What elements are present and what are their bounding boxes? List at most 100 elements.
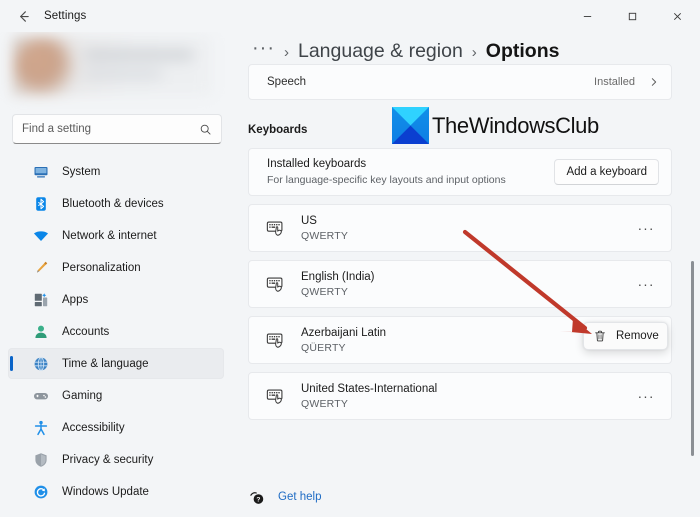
sidebar: System Bluetooth & devices Network xyxy=(0,32,232,517)
avatar xyxy=(14,38,72,94)
keyboard-text: US QWERTY xyxy=(301,214,633,243)
gamepad-icon xyxy=(32,387,50,405)
minimize-button[interactable] xyxy=(565,0,610,32)
sidebar-item-privacy-security[interactable]: Privacy & security xyxy=(8,444,224,475)
breadcrumb-overflow-button[interactable]: ··· xyxy=(252,38,275,58)
keyboard-layout: QWERTY xyxy=(301,285,633,299)
search-icon xyxy=(199,123,221,136)
close-button[interactable] xyxy=(655,0,700,32)
context-menu[interactable]: Remove xyxy=(583,322,668,350)
breadcrumb-parent-link[interactable]: Language & region xyxy=(298,40,463,63)
back-arrow-icon xyxy=(16,9,31,24)
sidebar-item-accounts[interactable]: Accounts xyxy=(8,316,224,347)
speech-label: Speech xyxy=(267,76,594,88)
page-title: Options xyxy=(486,40,560,63)
sidebar-item-network-internet[interactable]: Network & internet xyxy=(8,220,224,251)
close-icon xyxy=(672,11,683,22)
sidebar-item-apps[interactable]: Apps xyxy=(8,284,224,315)
globe-clock-icon xyxy=(32,355,50,373)
bluetooth-icon xyxy=(32,195,50,213)
profile-email-redacted xyxy=(84,70,162,78)
app-title: Settings xyxy=(44,10,86,22)
paintbrush-icon xyxy=(32,259,50,277)
title-bar: Settings xyxy=(0,0,700,32)
sidebar-item-label: Gaming xyxy=(62,390,102,402)
search-box[interactable] xyxy=(12,114,222,144)
keyboard-icon xyxy=(265,217,287,239)
speech-row[interactable]: Speech Installed xyxy=(248,64,672,100)
sidebar-item-label: Bluetooth & devices xyxy=(62,198,164,210)
installed-keyboards-row: Installed keyboards For language-specifi… xyxy=(248,148,672,196)
scrollbar-thumb[interactable] xyxy=(691,261,694,456)
settings-window: Settings xyxy=(0,0,700,517)
keyboard-row-english-india[interactable]: English (India) QWERTY ··· xyxy=(248,260,672,308)
breadcrumb: ··· › Language & region › Options xyxy=(252,40,571,63)
keyboard-icon xyxy=(265,273,287,295)
apps-icon xyxy=(32,291,50,309)
sidebar-nav: System Bluetooth & devices Network xyxy=(0,156,232,508)
keyboard-text: United States-International QWERTY xyxy=(301,382,633,411)
context-menu-item-remove[interactable]: Remove xyxy=(616,330,659,342)
sidebar-item-time-language[interactable]: Time & language xyxy=(8,348,224,379)
keyboard-row-united-states-international[interactable]: United States-International QWERTY ··· xyxy=(248,372,672,420)
sidebar-item-bluetooth-devices[interactable]: Bluetooth & devices xyxy=(8,188,224,219)
keyboard-name: US xyxy=(301,214,633,229)
maximize-button[interactable] xyxy=(610,0,655,32)
section-heading-keyboards: Keyboards xyxy=(248,124,307,136)
keyboard-layout: QWERTY xyxy=(301,397,633,411)
sidebar-item-label: Network & internet xyxy=(62,230,157,242)
sidebar-item-label: Apps xyxy=(62,294,88,306)
installed-keyboards-text: Installed keyboards For language-specifi… xyxy=(267,157,554,187)
minimize-icon xyxy=(582,11,593,22)
keyboard-name: United States-International xyxy=(301,382,633,397)
installed-keyboards-subtitle: For language-specific key layouts and in… xyxy=(267,173,554,187)
breadcrumb-separator: › xyxy=(472,44,477,61)
thewindowsclub-logo xyxy=(392,107,429,144)
person-icon xyxy=(32,323,50,341)
keyboard-row-us[interactable]: US QWERTY ··· xyxy=(248,204,672,252)
sidebar-item-system[interactable]: System xyxy=(8,156,224,187)
sidebar-item-personalization[interactable]: Personalization xyxy=(8,252,224,283)
sidebar-item-accessibility[interactable]: Accessibility xyxy=(8,412,224,443)
watermark: TheWindowsClub xyxy=(392,107,599,144)
monitor-icon xyxy=(32,163,50,181)
profile-name-redacted xyxy=(84,50,194,60)
sidebar-item-label: Accessibility xyxy=(62,422,125,434)
watermark-text: TheWindowsClub xyxy=(432,113,599,139)
scrollbar-track[interactable] xyxy=(688,76,698,517)
sidebar-item-label: Accounts xyxy=(62,326,109,338)
sidebar-item-label: Time & language xyxy=(62,358,149,370)
keyboard-text: English (India) QWERTY xyxy=(301,270,633,299)
keyboard-more-options-button[interactable]: ··· xyxy=(633,215,659,241)
keyboard-icon xyxy=(265,329,287,351)
add-a-keyboard-button[interactable]: Add a keyboard xyxy=(554,159,659,185)
sidebar-item-label: Privacy & security xyxy=(62,454,153,466)
keyboard-more-options-button[interactable]: ··· xyxy=(633,383,659,409)
sidebar-item-label: Personalization xyxy=(62,262,141,274)
keyboard-more-options-button[interactable]: ··· xyxy=(633,271,659,297)
get-help-link[interactable]: Get help xyxy=(278,491,321,503)
breadcrumb-separator: › xyxy=(284,44,289,61)
sidebar-item-label: Windows Update xyxy=(62,486,149,498)
keyboard-layout: QWERTY xyxy=(301,229,633,243)
main-content: ··· › Language & region › Options Speech… xyxy=(232,32,700,517)
help-icon: ? xyxy=(248,488,266,506)
speech-status: Installed xyxy=(594,76,635,88)
window-controls xyxy=(565,0,700,32)
user-profile-blurred[interactable] xyxy=(12,36,212,96)
installed-keyboards-title: Installed keyboards xyxy=(267,157,554,172)
keyboard-icon xyxy=(265,385,287,407)
wifi-icon xyxy=(32,227,50,245)
sidebar-item-gaming[interactable]: Gaming xyxy=(8,380,224,411)
sidebar-item-label: System xyxy=(62,166,100,178)
sidebar-item-windows-update[interactable]: Windows Update xyxy=(8,476,224,507)
get-help-row[interactable]: ? Get help xyxy=(248,488,321,506)
search-input[interactable] xyxy=(13,123,199,135)
shield-icon xyxy=(32,451,50,469)
trash-icon xyxy=(593,329,607,343)
accessibility-icon xyxy=(32,419,50,437)
chevron-right-icon xyxy=(649,77,659,87)
update-icon xyxy=(32,483,50,501)
back-button[interactable] xyxy=(8,1,38,31)
svg-text:?: ? xyxy=(256,496,260,503)
